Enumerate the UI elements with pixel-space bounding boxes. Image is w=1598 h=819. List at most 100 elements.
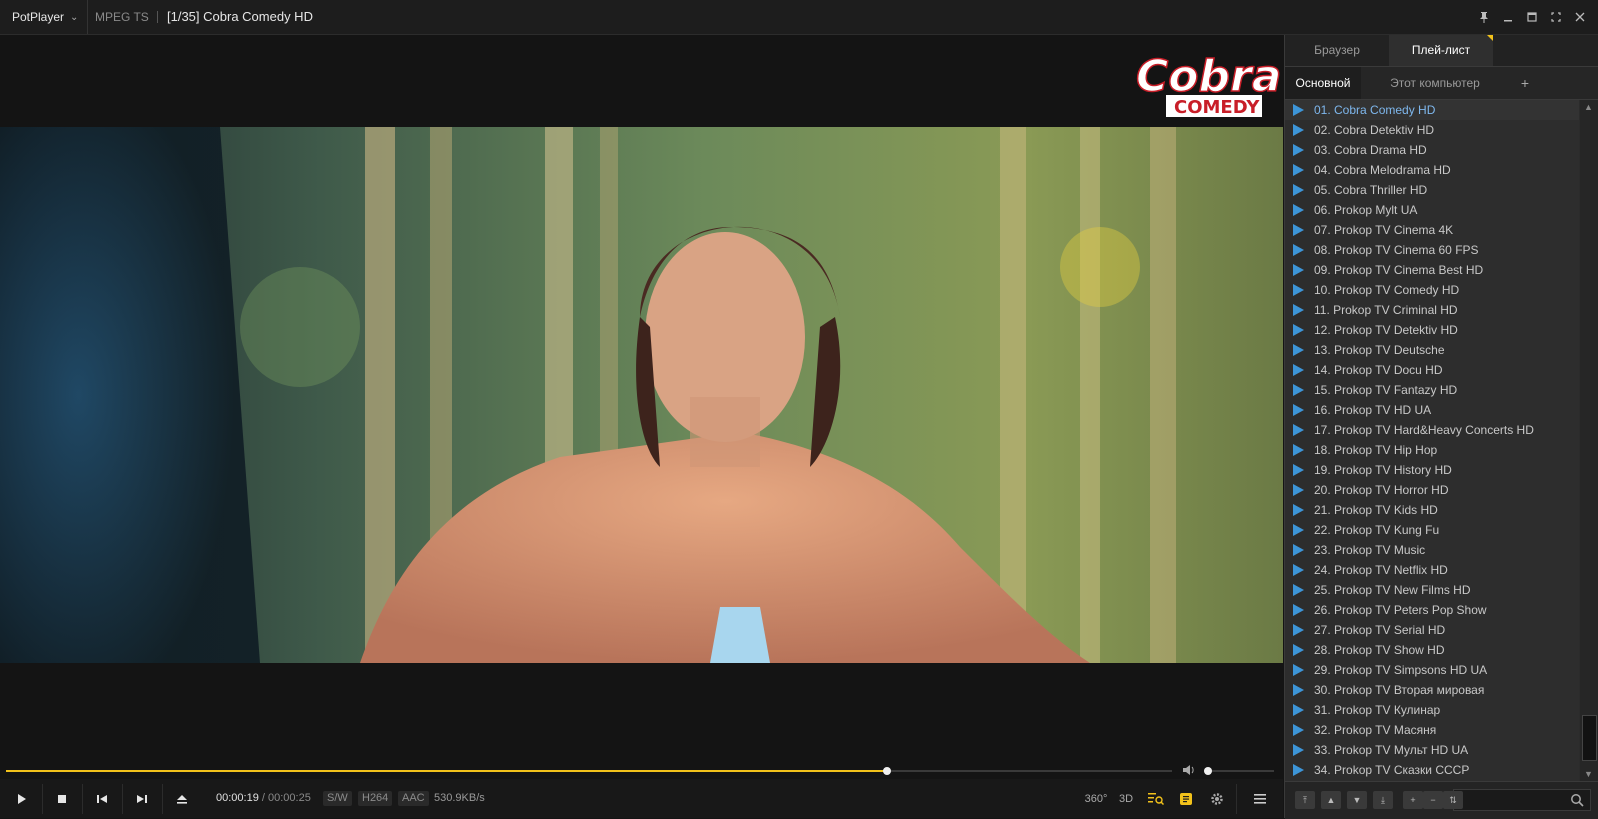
play-icon [1293, 144, 1304, 156]
list-item[interactable]: 12. Prokop TV Detektiv HD [1285, 320, 1579, 340]
list-item-label: 14. Prokop TV Docu HD [1314, 363, 1443, 377]
move-top-icon[interactable]: ⤒ [1295, 791, 1315, 809]
move-up-icon[interactable]: ▲ [1321, 791, 1341, 809]
list-item[interactable]: 06. Prokop Mylt UA [1285, 200, 1579, 220]
list-item[interactable]: 09. Prokop TV Cinema Best HD [1285, 260, 1579, 280]
badge-video-codec[interactable]: H264 [358, 791, 393, 806]
fullscreen-icon[interactable] [1544, 0, 1568, 34]
move-bottom-icon[interactable]: ⤓ [1373, 791, 1393, 809]
scroll-up-icon[interactable]: ▲ [1584, 102, 1593, 112]
menu-icon[interactable] [1248, 787, 1272, 811]
list-item[interactable]: 24. Prokop TV Netflix HD [1285, 560, 1579, 580]
list-item[interactable]: 07. Prokop TV Cinema 4K [1285, 220, 1579, 240]
media-format: MPEG TS [95, 10, 149, 24]
gear-icon[interactable] [1205, 787, 1229, 811]
list-item[interactable]: 33. Prokop TV Мульт HD UA [1285, 740, 1579, 760]
list-item[interactable]: 27. Prokop TV Serial HD [1285, 620, 1579, 640]
list-item[interactable]: 03. Cobra Drama HD [1285, 140, 1579, 160]
list-item[interactable]: 30. Prokop TV Вторая мировая [1285, 680, 1579, 700]
list-item[interactable]: 22. Prokop TV Kung Fu [1285, 520, 1579, 540]
list-item[interactable]: 21. Prokop TV Kids HD [1285, 500, 1579, 520]
control-bar: 00:00:19 / 00:00:25 S/W H264 AAC 530.9KB… [0, 779, 1283, 818]
time-current: 00:00:19 [216, 792, 259, 804]
list-item-label: 15. Prokop TV Fantazy HD [1314, 383, 1458, 397]
scroll-down-icon[interactable]: ▼ [1584, 769, 1593, 779]
list-item-label: 29. Prokop TV Simpsons HD UA [1314, 663, 1488, 677]
sort-icon[interactable]: ⇅ [1443, 791, 1463, 809]
list-item[interactable]: 08. Prokop TV Cinema 60 FPS [1285, 240, 1579, 260]
badge-audio-codec[interactable]: AAC [398, 791, 429, 806]
list-item-label: 07. Prokop TV Cinema 4K [1314, 223, 1454, 237]
list-item-label: 34. Prokop TV Сказки СССР [1314, 763, 1470, 777]
pin-icon[interactable] [1472, 0, 1496, 34]
badge-decoder[interactable]: S/W [323, 791, 352, 806]
playlist-toggle-icon[interactable] [1174, 787, 1198, 811]
list-item[interactable]: 17. Prokop TV Hard&Heavy Concerts HD [1285, 420, 1579, 440]
list-item[interactable]: 02. Cobra Detektiv HD [1285, 120, 1579, 140]
minimize-icon[interactable] [1496, 0, 1520, 34]
list-item[interactable]: 19. Prokop TV History HD [1285, 460, 1579, 480]
play-icon [1293, 564, 1304, 576]
remove-item-icon[interactable]: − [1423, 791, 1443, 809]
subtab-this-computer[interactable]: Этот компьютер [1361, 67, 1509, 99]
list-item[interactable]: 20. Prokop TV Horror HD [1285, 480, 1579, 500]
scroll-thumb[interactable] [1582, 715, 1597, 761]
list-item[interactable]: 26. Prokop TV Peters Pop Show [1285, 600, 1579, 620]
playlist-scrollbar[interactable]: ▲ ▼ [1580, 100, 1598, 781]
play-icon [1293, 684, 1304, 696]
app-name: PotPlayer [12, 10, 65, 24]
list-item-label: 09. Prokop TV Cinema Best HD [1314, 263, 1484, 277]
control-divider [1236, 784, 1237, 814]
list-item-label: 23. Prokop TV Music [1314, 543, 1426, 557]
list-item[interactable]: 31. Prokop TV Кулинар [1285, 700, 1579, 720]
play-button[interactable] [6, 785, 38, 813]
list-item[interactable]: 28. Prokop TV Show HD [1285, 640, 1579, 660]
stop-button[interactable] [46, 785, 78, 813]
logo-text-sub: COMEDY [1174, 97, 1260, 118]
list-item[interactable]: 14. Prokop TV Docu HD [1285, 360, 1579, 380]
volume-handle[interactable] [1203, 767, 1212, 775]
list-item[interactable]: 05. Cobra Thriller HD [1285, 180, 1579, 200]
add-tab-button[interactable]: + [1510, 67, 1540, 99]
list-item[interactable]: 01. Cobra Comedy HD [1285, 100, 1579, 120]
list-item[interactable]: 16. Prokop TV HD UA [1285, 400, 1579, 420]
list-item[interactable]: 11. Prokop TV Criminal HD [1285, 300, 1579, 320]
list-item[interactable]: 32. Prokop TV Масяня [1285, 720, 1579, 740]
app-menu-button[interactable]: PotPlayer ⌄ [0, 0, 88, 34]
tab-browser[interactable]: Браузер [1285, 35, 1389, 66]
close-icon[interactable] [1568, 0, 1592, 34]
list-item[interactable]: 18. Prokop TV Hip Hop [1285, 440, 1579, 460]
playlist-panel: Браузер Плей-лист Основной Этот компьюте… [1284, 35, 1598, 819]
play-icon [1293, 124, 1304, 136]
list-item-label: 30. Prokop TV Вторая мировая [1314, 683, 1485, 697]
speaker-icon[interactable] [1182, 764, 1196, 779]
seek-handle[interactable] [883, 767, 892, 775]
subtab-main[interactable]: Основной [1285, 67, 1361, 99]
list-item[interactable]: 15. Prokop TV Fantazy HD [1285, 380, 1579, 400]
eject-button[interactable] [166, 785, 198, 813]
list-item[interactable]: 04. Cobra Melodrama HD [1285, 160, 1579, 180]
search-icon[interactable] [1570, 793, 1584, 807]
tab-playlist[interactable]: Плей-лист [1389, 35, 1493, 66]
previous-button[interactable] [86, 785, 118, 813]
list-item[interactable]: 10. Prokop TV Comedy HD [1285, 280, 1579, 300]
list-item[interactable]: 29. Prokop TV Simpsons HD UA [1285, 660, 1579, 680]
add-item-icon[interactable]: + [1403, 791, 1423, 809]
list-item[interactable]: 34. Prokop TV Сказки СССР [1285, 760, 1579, 780]
next-button[interactable] [126, 785, 158, 813]
list-item[interactable]: 25. Prokop TV New Films HD [1285, 580, 1579, 600]
list-item[interactable]: 13. Prokop TV Deutsche [1285, 340, 1579, 360]
move-down-icon[interactable]: ▼ [1347, 791, 1367, 809]
volume-control[interactable] [1182, 764, 1274, 778]
playlist-search-icon[interactable] [1144, 787, 1168, 811]
list-item[interactable]: 23. Prokop TV Music [1285, 540, 1579, 560]
video-area[interactable]: CobraTV COMEDY [0, 35, 1349, 763]
3d-button[interactable]: 3D [1114, 787, 1138, 811]
vr-360-button[interactable]: 360° [1084, 787, 1108, 811]
play-icon [1293, 704, 1304, 716]
seek-bar[interactable] [6, 764, 1172, 778]
play-icon [1293, 424, 1304, 436]
play-icon [1293, 264, 1304, 276]
maximize-icon[interactable] [1520, 0, 1544, 34]
list-item-label: 02. Cobra Detektiv HD [1314, 123, 1435, 137]
